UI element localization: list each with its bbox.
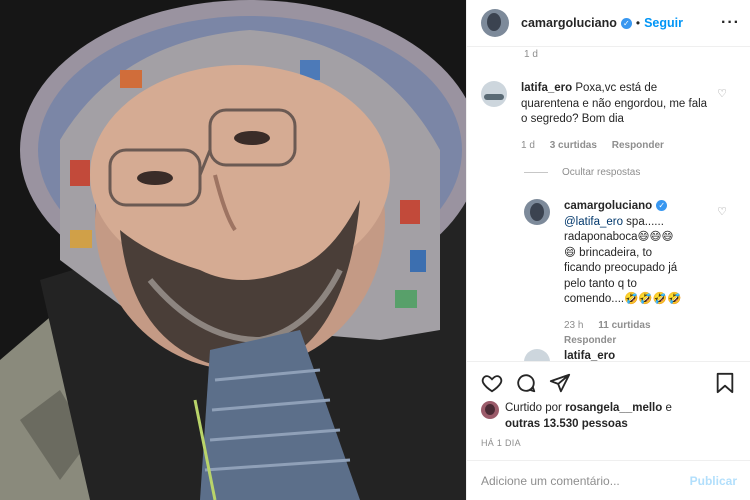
comment-time[interactable]: 1 d — [521, 140, 535, 151]
reply-item: latifa_ero — [524, 349, 615, 361]
liked-by-others[interactable]: outras 13.530 pessoas — [505, 418, 628, 430]
more-options-icon[interactable]: ··· — [721, 14, 740, 32]
comment-bubble-icon[interactable] — [515, 372, 537, 394]
liker-avatar[interactable] — [481, 401, 499, 419]
save-bookmark-icon[interactable] — [715, 372, 735, 394]
like-reply-heart-icon[interactable]: ♡ — [717, 205, 727, 218]
reply-time[interactable]: 23 h — [564, 320, 583, 331]
author-username[interactable]: camargoluciano — [521, 16, 617, 30]
post-side-panel: camargoluciano ✓ • Seguir ··· 1 d latifa… — [466, 0, 750, 500]
reply-button[interactable]: Responder — [612, 140, 664, 151]
reply-username[interactable]: camargoluciano — [564, 200, 652, 212]
reply-username[interactable]: latifa_ero — [564, 350, 615, 361]
liked-by-connector: e — [665, 402, 672, 414]
reply-avatar[interactable] — [524, 199, 550, 225]
post-date[interactable]: HÁ 1 DIA — [481, 438, 521, 448]
share-send-icon[interactable] — [549, 372, 571, 394]
commenter-avatar[interactable] — [481, 81, 507, 107]
comment-meta: 1 d 3 curtidas Responder — [521, 138, 711, 154]
post-header: camargoluciano ✓ • Seguir ··· — [467, 0, 750, 47]
post-photo[interactable] — [0, 0, 466, 500]
reply-button[interactable]: Responder — [564, 335, 616, 346]
hide-replies-label: Ocultar respostas — [562, 167, 641, 178]
reply-text-line: comendo....🤣🤣🤣🤣 — [564, 293, 682, 305]
reply-likes[interactable]: 11 curtidas — [598, 320, 650, 331]
publish-button[interactable]: Publicar — [690, 474, 737, 488]
liked-by-text: Curtido por rosangela__mello e outras 13… — [505, 400, 672, 432]
separator-dot: • — [635, 16, 641, 30]
selfie-image — [0, 0, 466, 500]
reply-text-line: radaponaboca😄😄😄 — [564, 231, 674, 243]
hide-replies-toggle[interactable]: Ocultar respostas — [524, 167, 640, 178]
liked-by-user[interactable]: rosangela__mello — [565, 402, 662, 414]
reply-text-line: spa...... — [622, 215, 664, 228]
divider-line — [524, 172, 548, 173]
reply-item: camargoluciano ✓ @latifa_ero spa...... ra… — [524, 199, 724, 349]
liked-by-section: Curtido por rosangela__mello e outras 13… — [481, 400, 741, 432]
reply-avatar[interactable] — [524, 349, 550, 361]
caption-timestamp: 1 d — [524, 49, 538, 60]
reply-text-line: pelo tanto q to — [564, 277, 637, 290]
post-actions-bar — [467, 361, 750, 405]
verified-badge-icon: ✓ — [620, 17, 632, 29]
instagram-post: camargoluciano ✓ • Seguir ··· 1 d latifa… — [0, 0, 750, 500]
comment-item: latifa_ero Poxa,vc está de quarentena e … — [481, 81, 721, 153]
reply-text-line: 😄 brincadeira, to — [564, 246, 653, 259]
reply-text-line: ficando preocupado já — [564, 262, 678, 274]
reply-meta: 23 h 11 curtidas Responder — [564, 318, 714, 349]
comment-likes[interactable]: 3 curtidas — [550, 140, 597, 151]
like-comment-heart-icon[interactable]: ♡ — [717, 87, 727, 100]
liked-by-prefix: Curtido por — [505, 402, 562, 414]
add-comment-bar: Publicar — [467, 460, 750, 500]
comment-input[interactable] — [481, 473, 690, 488]
follow-button[interactable]: Seguir — [644, 16, 683, 30]
like-heart-icon[interactable] — [481, 372, 503, 394]
reply-mention[interactable]: @latifa_ero — [564, 216, 623, 228]
verified-badge-icon: ✓ — [656, 200, 668, 211]
author-avatar[interactable] — [481, 9, 509, 37]
commenter-username[interactable]: latifa_ero — [521, 82, 572, 94]
comments-list[interactable]: 1 d latifa_ero Poxa,vc está de quarenten… — [467, 47, 750, 361]
